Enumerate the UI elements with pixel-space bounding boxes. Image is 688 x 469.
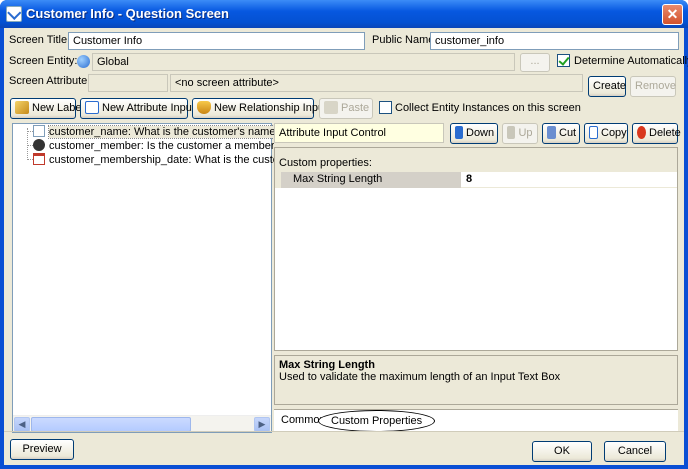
relationship-shield-icon — [197, 101, 211, 114]
control-type-field: Attribute Input Control — [274, 123, 444, 143]
tree-item-label: customer_name: What is the customer's na… — [48, 125, 283, 139]
property-value[interactable]: 8 — [462, 172, 676, 188]
scroll-left-icon[interactable]: ◀ — [14, 417, 30, 432]
footer-divider — [4, 431, 684, 432]
new-relationship-input-text: New Relationship Input — [214, 102, 328, 114]
cut-button[interactable]: Cut — [542, 123, 580, 144]
custom-properties-header: Custom properties: — [275, 148, 677, 172]
calendar-icon — [33, 153, 45, 165]
tree-connector — [27, 128, 28, 158]
description-text: Used to validate the maximum length of a… — [279, 371, 561, 383]
screen-controls-tree[interactable]: customer_name: What is the customer's na… — [12, 123, 323, 433]
screen-attribute-prefix — [88, 74, 168, 92]
new-label-text: New Label — [32, 102, 84, 114]
determine-automatically-label: Determine Automatically — [574, 55, 688, 67]
property-name: Max String Length — [281, 172, 461, 188]
copy-text: Copy — [601, 127, 627, 139]
close-button[interactable]: ✕ — [662, 4, 683, 25]
cancel-button[interactable]: Cancel — [604, 441, 666, 462]
tab-custom-properties[interactable]: Custom Properties — [318, 410, 436, 432]
delete-button[interactable]: Delete — [632, 123, 681, 144]
public-name-input[interactable]: customer_info — [430, 32, 679, 50]
screen-entity-input[interactable]: Global — [92, 53, 515, 71]
ok-button[interactable]: OK — [532, 441, 592, 462]
move-up-text: Up — [518, 127, 533, 139]
globe-icon — [77, 55, 90, 68]
screen-title-label: Screen Title: — [9, 34, 71, 46]
title-bar[interactable]: Customer Info - Question Screen ✕ — [0, 0, 688, 28]
paste-icon — [324, 101, 338, 114]
window-title: Customer Info - Question Screen — [26, 6, 229, 21]
tree-horizontal-scrollbar[interactable]: ◀ ▶ — [13, 415, 271, 432]
screen-entity-label: Screen Entity: — [9, 55, 78, 67]
determine-automatically-checkbox[interactable] — [557, 54, 570, 67]
dialog-window: Customer Info - Question Screen ✕ Screen… — [0, 0, 688, 469]
collect-instances-label: Collect Entity Instances on this screen — [395, 102, 581, 114]
delete-text: Delete — [649, 127, 681, 139]
move-down-text: Down — [466, 127, 495, 139]
paste-button[interactable]: Paste — [319, 98, 373, 119]
property-description: Max String Length Used to validate the m… — [274, 355, 678, 405]
app-icon — [6, 6, 22, 22]
new-attribute-input-text: New Attribute Input — [102, 102, 195, 114]
property-row[interactable]: Max String Length 8 — [275, 172, 677, 188]
properties-panel: Attribute Input Control Down Up Cut Copy… — [274, 123, 681, 433]
delete-icon — [637, 126, 646, 139]
dialog-client-area: Screen Title: Customer Info Public Name:… — [4, 28, 688, 465]
collect-instances-checkbox[interactable] — [379, 101, 392, 114]
text-field-icon — [33, 125, 45, 137]
description-title: Max String Length — [279, 359, 375, 371]
screen-title-input[interactable]: Customer Info — [68, 32, 365, 50]
tree-item[interactable]: customer_name: What is the customer's na… — [33, 125, 283, 139]
copy-icon — [589, 126, 598, 139]
arrow-up-icon — [507, 126, 516, 139]
entity-browse-button[interactable]: ... — [520, 53, 550, 72]
remove-button[interactable]: Remove — [630, 76, 676, 97]
custom-properties-grid[interactable]: Custom properties: Max String Length 8 — [274, 147, 678, 351]
arrow-down-icon — [455, 126, 463, 139]
new-relationship-input-button[interactable]: New Relationship Input — [192, 98, 327, 119]
screen-attribute-select[interactable]: <no screen attribute> — [170, 74, 583, 92]
paste-text: Paste — [341, 102, 370, 114]
cut-text: Cut — [559, 127, 577, 139]
scroll-thumb[interactable] — [31, 417, 191, 432]
boolean-icon — [33, 139, 45, 151]
screen-attribute-label: Screen Attribute: — [9, 75, 91, 87]
create-button[interactable]: Create — [588, 76, 626, 97]
new-label-icon — [15, 101, 29, 114]
scroll-right-icon[interactable]: ▶ — [254, 417, 270, 432]
preview-button[interactable]: Preview — [10, 439, 74, 460]
public-name-label: Public Name: — [372, 34, 438, 46]
copy-button[interactable]: Copy — [584, 123, 628, 144]
attribute-input-icon — [85, 101, 99, 114]
properties-tabs: Common Custom Properties — [274, 409, 678, 432]
move-down-button[interactable]: Down — [450, 123, 498, 144]
new-label-button[interactable]: New Label — [10, 98, 84, 119]
scissors-icon — [547, 126, 556, 139]
new-attribute-input-button[interactable]: New Attribute Input — [80, 98, 195, 119]
move-up-button[interactable]: Up — [502, 123, 538, 144]
